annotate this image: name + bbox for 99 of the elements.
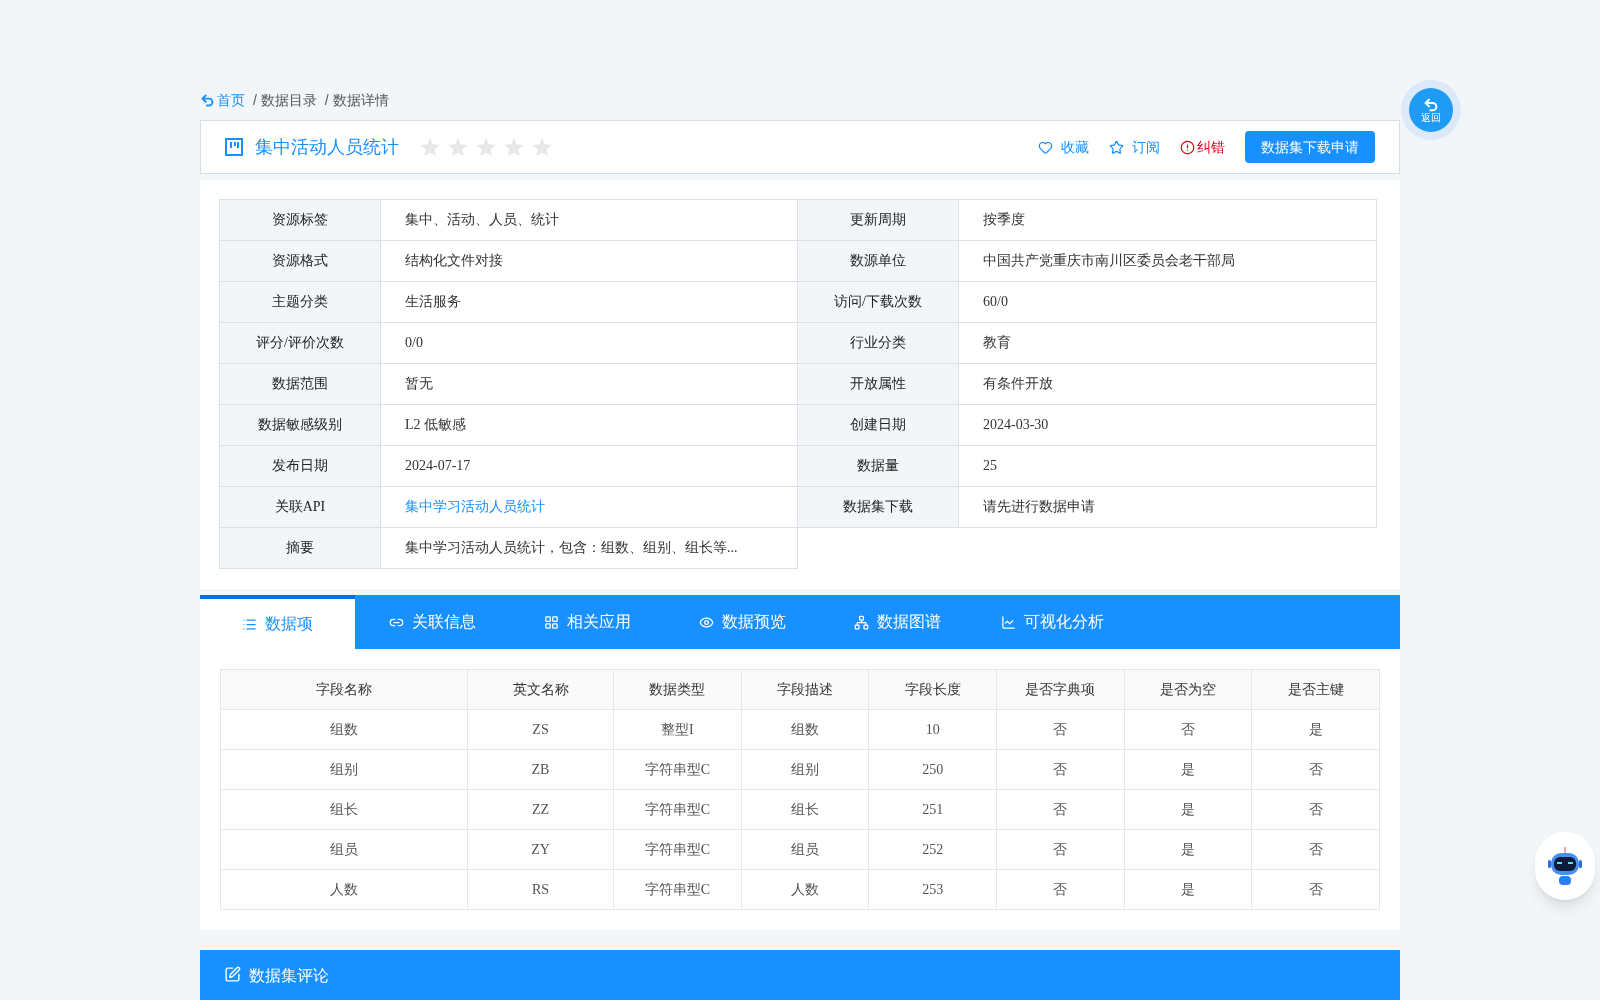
table-cell: 否: [996, 789, 1125, 830]
info-label: 数据集下载: [797, 486, 959, 528]
table-cell: 否: [1124, 709, 1252, 750]
tab[interactable]: 关联信息: [355, 595, 510, 649]
table-cell: 组员: [741, 829, 869, 870]
table-cell: ZB: [467, 749, 614, 790]
column-header: 数据类型: [613, 669, 742, 710]
table-cell: 否: [996, 749, 1125, 790]
back-button[interactable]: 返回: [1401, 80, 1461, 140]
chart-icon: [1001, 614, 1016, 630]
info-label: 数据敏感级别: [219, 404, 381, 446]
tab[interactable]: 数据项: [200, 595, 355, 649]
info-value: 按季度: [958, 199, 1377, 241]
table-cell: 是: [1124, 789, 1252, 830]
action-link[interactable]: 收藏: [1038, 137, 1089, 157]
table-cell: 是: [1251, 709, 1380, 750]
info-label: 行业分类: [797, 322, 959, 364]
table-cell: ZS: [467, 709, 614, 750]
table-cell: 字符串型C: [613, 749, 742, 790]
table-cell: 是: [1124, 869, 1252, 910]
table-cell: 否: [996, 829, 1125, 870]
table-cell: 253: [868, 869, 997, 910]
table-cell: ZZ: [467, 789, 614, 830]
table-cell: 整型I: [613, 709, 742, 750]
info-label: 更新周期: [797, 199, 959, 241]
download-request-button[interactable]: 数据集下载申请: [1245, 131, 1375, 163]
board-icon: [225, 138, 243, 156]
column-header: 是否字典项: [996, 669, 1125, 710]
table-cell: 字符串型C: [613, 869, 742, 910]
table-cell: 是: [1124, 749, 1252, 790]
table-cell: 组别: [741, 749, 869, 790]
dataset-title: 集中活动人员统计: [255, 136, 399, 159]
column-header: 是否为空: [1124, 669, 1252, 710]
tab[interactable]: 相关应用: [510, 595, 665, 649]
edit-icon: [224, 966, 241, 983]
table-cell: 251: [868, 789, 997, 830]
table-cell: 组数: [220, 709, 468, 750]
table-cell: 否: [996, 869, 1125, 910]
table-cell: 10: [868, 709, 997, 750]
table-cell: 组员: [220, 829, 468, 870]
info-label: 摘要: [219, 527, 381, 569]
alert-icon: [1180, 139, 1195, 155]
table-cell: 否: [1251, 749, 1380, 790]
list-icon: [242, 616, 257, 632]
table-cell: 否: [1251, 869, 1380, 910]
info-label: 主题分类: [219, 281, 381, 323]
table-cell: 否: [996, 709, 1125, 750]
info-value: 请先进行数据申请: [958, 486, 1377, 528]
info-label: 数据量: [797, 445, 959, 487]
grid-icon: [544, 614, 559, 630]
table-cell: 否: [1251, 789, 1380, 830]
table-cell: 组长: [220, 789, 468, 830]
eye-icon: [699, 614, 714, 630]
column-header: 字段长度: [868, 669, 997, 710]
info-label: 关联API: [219, 486, 381, 528]
star-icon: [1109, 139, 1124, 155]
back-label: 返回: [1421, 113, 1441, 123]
table-cell: 252: [868, 829, 997, 870]
info-value: 集中学习活动人员统计，包含：组数、组别、组长等...: [380, 527, 798, 569]
back-arrow-icon: [1423, 97, 1439, 113]
action-link[interactable]: 纠错: [1180, 137, 1225, 157]
table-cell: 字符串型C: [613, 789, 742, 830]
heart-icon: [1038, 139, 1053, 155]
table-cell: 250: [868, 749, 997, 790]
info-label: 开放属性: [797, 363, 959, 405]
info-label: 资源标签: [219, 199, 381, 241]
comments-title: 数据集评论: [249, 966, 329, 986]
table-cell: ZY: [467, 829, 614, 870]
column-header: 英文名称: [467, 669, 614, 710]
tab[interactable]: 可视化分析: [975, 595, 1130, 649]
info-label: 数据范围: [219, 363, 381, 405]
table-cell: 组别: [220, 749, 468, 790]
api-link[interactable]: 集中学习活动人员统计: [405, 497, 545, 517]
back-arrow-icon: [200, 92, 215, 108]
table-cell: 人数: [741, 869, 869, 910]
breadcrumb-link[interactable]: 首页: [200, 90, 245, 110]
graph-icon: [854, 614, 869, 630]
info-label: 评分/评价次数: [219, 322, 381, 364]
breadcrumb-link[interactable]: / 数据目录: [253, 90, 317, 110]
info-label: 访问/下载次数: [797, 281, 959, 323]
action-link[interactable]: 订阅: [1109, 137, 1160, 157]
table-cell: 是: [1124, 829, 1252, 870]
table-cell: 组数: [741, 709, 869, 750]
table-cell: 人数: [220, 869, 468, 910]
column-header: 字段描述: [741, 669, 869, 710]
info-label: 创建日期: [797, 404, 959, 446]
robot-icon[interactable]: [1545, 845, 1585, 887]
breadcrumb-link[interactable]: / 数据详情: [324, 90, 389, 110]
column-header: 是否主键: [1251, 669, 1380, 710]
info-label: 数源单位: [797, 240, 959, 282]
tab[interactable]: 数据图谱: [820, 595, 975, 649]
table-cell: 否: [1251, 829, 1380, 870]
table-cell: 组长: [741, 789, 869, 830]
info-label: 发布日期: [219, 445, 381, 487]
table-cell: RS: [467, 869, 614, 910]
column-header: 字段名称: [220, 669, 468, 710]
tab[interactable]: 数据预览: [665, 595, 820, 649]
info-label: 资源格式: [219, 240, 381, 282]
table-cell: 字符串型C: [613, 829, 742, 870]
